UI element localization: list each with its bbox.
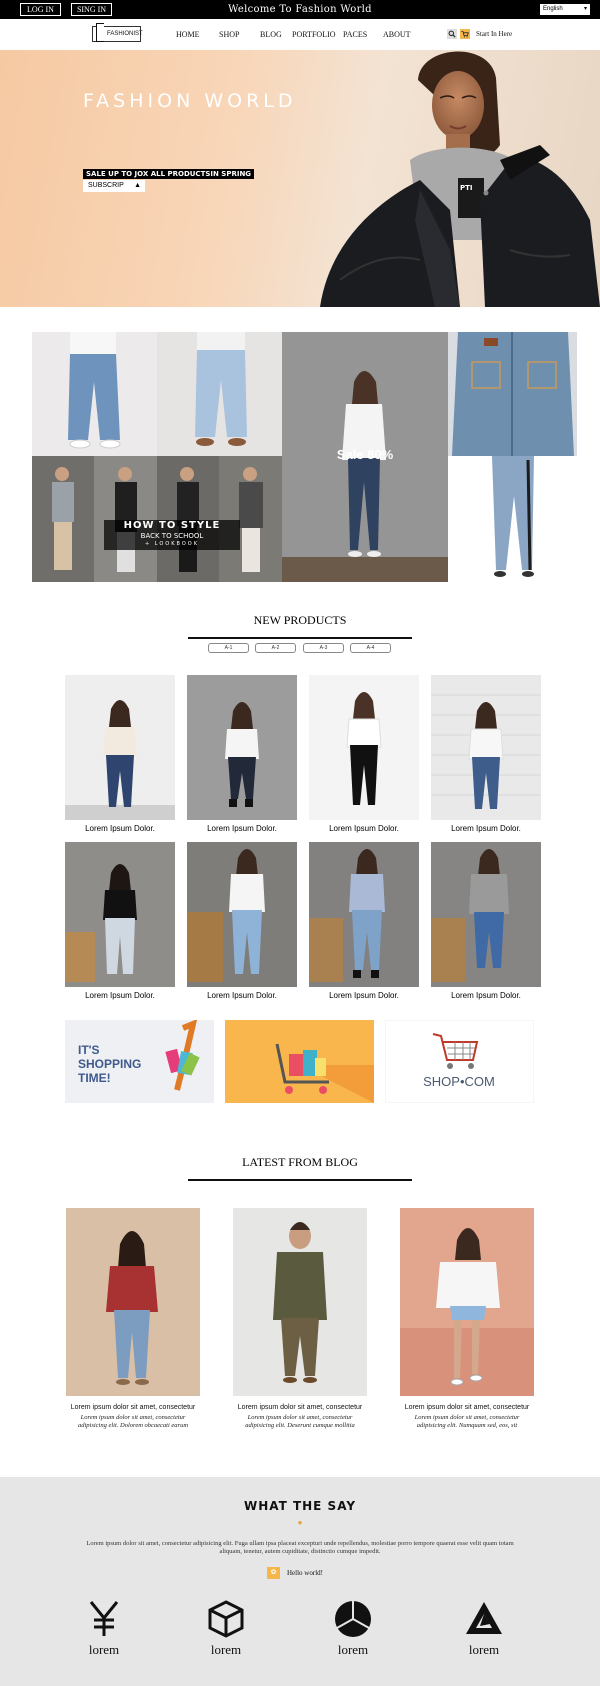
- feature-item[interactable]: lorem: [444, 1600, 524, 1657]
- product-name[interactable]: Lorem Ipsum Dolor.: [303, 824, 425, 834]
- howto-subtitle: BACK TO SCHOOL: [140, 532, 204, 540]
- feature-item[interactable]: lorem: [64, 1600, 144, 1657]
- product-name[interactable]: Lorem Ipsum Dolor.: [303, 991, 425, 1001]
- feature-label: lorem: [210, 1642, 242, 1657]
- logo-mark-icon: [96, 23, 104, 42]
- language-value: English: [543, 6, 563, 12]
- howto-tag: + LOOKBOOK: [144, 541, 200, 547]
- triangle-logo-icon: [466, 1602, 502, 1634]
- hero-title: FASHION WORLD: [83, 90, 297, 112]
- blog-post-desc: Lorem ipsum dolor sit amet, consectetur …: [77, 1414, 189, 1429]
- promo-collage: HOW TO STYLE BACK TO SCHOOL + LOOKBOOK S…: [32, 332, 577, 582]
- feature-item[interactable]: lorem: [313, 1600, 393, 1657]
- filter-a1[interactable]: A-1: [208, 643, 249, 653]
- logo-text: FASHIONIST: [107, 31, 143, 37]
- filter-a2[interactable]: A-2: [255, 643, 296, 653]
- subscribe-label: SUBSCRIP: [88, 182, 124, 189]
- product-name[interactable]: Lorem Ipsum Dolor.: [59, 991, 181, 1001]
- nav-blog[interactable]: BLOG: [260, 29, 282, 40]
- blog-post-desc: Lorem ipsum dolor sit amet, consectetur …: [414, 1414, 520, 1429]
- collage-jeans-closeup[interactable]: [448, 332, 577, 456]
- testimonials-title: WHAT THE SAY: [243, 1499, 357, 1513]
- nav-portfolio[interactable]: PORTFOLIO: [292, 29, 336, 40]
- language-select[interactable]: English ▾: [540, 4, 590, 15]
- main-nav: FASHIONIST HOME SHOP BLOG PORTFOLIO PACE…: [0, 19, 600, 50]
- welcome-text: Welcome To Fashion World: [228, 4, 372, 15]
- product-name[interactable]: Lorem Ipsum Dolor.: [181, 991, 303, 1001]
- feature-label: lorem: [88, 1642, 120, 1657]
- blog-post-title[interactable]: Lorem ipsum dolor sit amet, consectetur: [66, 1403, 200, 1412]
- testimonials-section: WHAT THE SAY ● Lorem ipsum dolor sit ame…: [0, 1477, 600, 1686]
- cube-icon: [208, 1600, 244, 1638]
- shopping-line-1: IT'S: [78, 1043, 100, 1057]
- collage-jeans-1[interactable]: [32, 332, 157, 456]
- hero-model-image: PTI: [320, 51, 600, 307]
- product-name[interactable]: Lorem Ipsum Dolor.: [425, 991, 547, 1001]
- feature-item[interactable]: lorem: [186, 1600, 266, 1657]
- howto-style-card[interactable]: HOW TO STYLE BACK TO SCHOOL + LOOKBOOK: [104, 520, 240, 550]
- collage-jeans-2[interactable]: [157, 332, 282, 456]
- blog-post-caption: Lorem ipsum dolor sit amet, consectetur …: [400, 1403, 534, 1430]
- shopping-line-3: TIME!: [78, 1071, 111, 1085]
- product-card[interactable]: [187, 842, 297, 987]
- shopping-line-2: SHOPPING: [78, 1057, 141, 1071]
- nav-shop[interactable]: SHOP: [219, 29, 239, 40]
- blog-image[interactable]: [400, 1208, 534, 1396]
- filter-a3[interactable]: A-3: [303, 643, 344, 653]
- collage-sale-tile[interactable]: Sale 80%: [282, 332, 448, 582]
- testimonial-author-name: Hello world!: [287, 1569, 323, 1577]
- collage-lookbook[interactable]: [32, 456, 282, 582]
- blog-post-title[interactable]: Lorem ipsum dolor sit amet, consectetur: [233, 1403, 367, 1412]
- svg-text:PTI: PTI: [460, 184, 473, 192]
- product-card[interactable]: [431, 842, 541, 987]
- nav-paces[interactable]: PACES: [343, 29, 367, 40]
- quote-bubble-icon: ●: [297, 1518, 303, 1527]
- new-products-divider: [188, 637, 412, 639]
- blog-title: LATEST FROM BLOG: [242, 1155, 358, 1169]
- filter-a4[interactable]: A-4: [350, 643, 391, 653]
- product-card[interactable]: [187, 675, 297, 820]
- product-card[interactable]: [309, 842, 419, 987]
- product-card[interactable]: [309, 675, 419, 820]
- product-card[interactable]: [65, 675, 175, 820]
- product-name[interactable]: Lorem Ipsum Dolor.: [59, 824, 181, 834]
- product-card[interactable]: [431, 675, 541, 820]
- nav-home[interactable]: HOME: [176, 29, 200, 40]
- search-icon[interactable]: [447, 29, 457, 39]
- collage-jeans-side[interactable]: [448, 456, 577, 582]
- shop-com-label: SHOP•COM: [423, 1074, 495, 1089]
- subscribe-button[interactable]: SUBSCRIP ▲: [83, 180, 145, 192]
- cart-icon[interactable]: [460, 29, 470, 39]
- aperture-icon: [335, 1601, 371, 1637]
- shop-com-banner[interactable]: SHOP•COM: [385, 1020, 534, 1103]
- top-bar: LOG IN SING IN Welcome To Fashion World …: [0, 0, 600, 19]
- product-card[interactable]: [65, 842, 175, 987]
- new-products-title: NEW PRODUCTS: [253, 613, 347, 627]
- shopping-time-banner[interactable]: IT'S SHOPPING TIME!: [65, 1020, 214, 1103]
- yen-icon: [89, 1601, 119, 1636]
- start-in-here-link[interactable]: Start In Here: [476, 29, 512, 39]
- chevron-down-icon: ▾: [583, 6, 587, 12]
- blog-post-caption: Lorem ipsum dolor sit amet, consectetur …: [233, 1403, 367, 1430]
- blog-image[interactable]: [66, 1208, 200, 1396]
- paw-icon: ✿: [267, 1567, 280, 1579]
- product-name[interactable]: Lorem Ipsum Dolor.: [181, 824, 303, 834]
- hero-promo-label: SALE UP TO JOX ALL PRODUCTSIN SPRING: [83, 169, 255, 179]
- nav-about[interactable]: ABOUT: [383, 29, 411, 40]
- blog-divider: [188, 1179, 412, 1181]
- product-name[interactable]: Lorem Ipsum Dolor.: [425, 824, 547, 834]
- blog-post-title[interactable]: Lorem ipsum dolor sit amet, consectetur: [400, 1403, 534, 1412]
- blog-post-caption: Lorem ipsum dolor sit amet, consectetur …: [66, 1403, 200, 1430]
- sale-label: Sale 80%: [336, 447, 394, 462]
- feature-label: lorem: [337, 1642, 369, 1657]
- blog-post-desc: Lorem ipsum dolor sit amet, consectetur …: [245, 1414, 355, 1429]
- feature-label: lorem: [468, 1642, 500, 1657]
- shopping-cart-banner[interactable]: [225, 1020, 374, 1103]
- blog-image[interactable]: [233, 1208, 367, 1396]
- hero-banner: PTI FASHION WORLD SALE UP TO JOX ALL PRO…: [0, 50, 600, 307]
- howto-title: HOW TO STYLE: [123, 520, 221, 531]
- bell-icon: ▲: [134, 182, 141, 189]
- testimonial-text: Lorem ipsum dolor sit amet, consectetur …: [86, 1540, 514, 1555]
- logo[interactable]: FASHIONIST: [92, 23, 143, 42]
